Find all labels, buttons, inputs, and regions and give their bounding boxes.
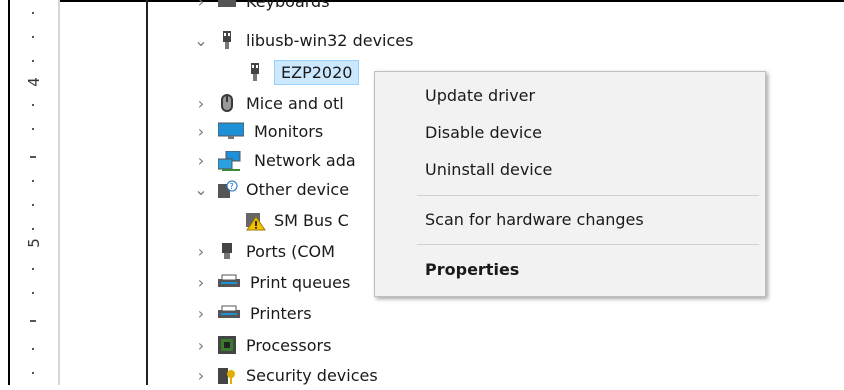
usb-plug-icon	[246, 63, 264, 81]
chevron-right-icon[interactable]: ›	[194, 366, 208, 385]
ruler-tick	[32, 372, 34, 374]
chevron-down-icon[interactable]: ⌄	[194, 31, 208, 50]
ruler-tick	[32, 128, 34, 130]
chevron-right-icon[interactable]: ›	[194, 273, 208, 292]
tree-item-label: SM Bus C	[274, 210, 349, 230]
tree-item-ezp2020[interactable]: EZP2020	[246, 57, 360, 87]
ruler-divider	[58, 0, 60, 385]
ruler-tick	[32, 104, 34, 106]
ruler-tick	[32, 36, 34, 38]
svg-text:?: ?	[230, 182, 234, 191]
tree-item-print-queues[interactable]: › Print queues	[194, 267, 351, 297]
ruler-tick	[32, 268, 34, 270]
tree-item-keyboards[interactable]: › Keyboards	[194, 0, 330, 16]
ruler-tick	[32, 292, 34, 294]
tree-item-label: libusb-win32 devices	[246, 30, 414, 50]
tree-item-sm-bus[interactable]: SM Bus C	[246, 205, 349, 235]
printer-icon	[218, 304, 240, 322]
security-device-icon	[218, 366, 236, 384]
tree-item-libusb[interactable]: ⌄ libusb-win32 devices	[194, 25, 413, 55]
mouse-icon	[218, 94, 236, 112]
tree-item-label: Network ada	[254, 150, 356, 170]
chevron-right-icon[interactable]: ›	[194, 151, 208, 170]
tree-item-label: Processors	[246, 335, 332, 355]
chevron-right-icon[interactable]: ›	[194, 304, 208, 323]
tree-item-security-devices[interactable]: › Security devices	[194, 360, 378, 390]
ruler-tick	[32, 180, 34, 182]
chevron-right-icon[interactable]: ›	[194, 336, 208, 355]
keyboard-icon	[218, 0, 236, 10]
ruler-number-4: 4	[25, 77, 43, 87]
printer-icon	[218, 273, 240, 291]
context-menu: Update driver Disable device Uninstall d…	[374, 71, 766, 297]
tree-item-mice[interactable]: › Mice and otl	[194, 88, 344, 118]
tree-item-label: Printers	[250, 303, 312, 323]
chevron-right-icon[interactable]: ›	[194, 94, 208, 113]
vertical-ruler: 4 5	[10, 0, 58, 385]
tree-item-network[interactable]: › Network ada	[194, 145, 356, 175]
chevron-right-icon[interactable]: ›	[194, 242, 208, 261]
menu-item-properties[interactable]: Properties	[425, 260, 519, 279]
tree-item-other-devices[interactable]: ⌄ ? Other device	[194, 174, 349, 204]
ruler-tick	[32, 60, 34, 62]
monitor-icon	[217, 122, 245, 140]
ruler-number-5: 5	[25, 238, 43, 248]
ruler-tick	[32, 228, 34, 230]
network-icon	[217, 150, 244, 171]
tree-item-processors[interactable]: › Processors	[194, 330, 332, 360]
menu-item-update-driver[interactable]: Update driver	[425, 86, 535, 105]
ruler-tick	[32, 12, 34, 14]
warning-device-icon	[246, 211, 266, 231]
menu-item-disable-device[interactable]: Disable device	[425, 123, 542, 142]
ruler-tick	[32, 204, 34, 206]
menu-separator	[417, 195, 759, 196]
tree-item-ports[interactable]: › Ports (COM	[194, 236, 335, 266]
chevron-right-icon[interactable]: ›	[194, 0, 208, 11]
tree-item-label: Keyboards	[246, 0, 330, 11]
tree-item-label: Monitors	[254, 121, 324, 141]
ruler-tick-major	[30, 156, 36, 158]
tree-item-label: Mice and otl	[246, 93, 344, 113]
tree-item-label: Ports (COM	[246, 241, 335, 261]
menu-item-uninstall-device[interactable]: Uninstall device	[425, 160, 552, 179]
tree-item-label-selected: EZP2020	[274, 59, 360, 85]
tree-item-label: Other device	[246, 179, 350, 199]
tree-item-printers[interactable]: › Printers	[194, 298, 312, 328]
chevron-down-icon[interactable]: ⌄	[194, 180, 208, 199]
ruler-tick	[32, 348, 34, 350]
ruler-tick-major	[30, 320, 36, 322]
processor-icon	[218, 336, 236, 354]
port-icon	[218, 242, 236, 260]
menu-item-scan-hardware[interactable]: Scan for hardware changes	[425, 210, 644, 229]
menu-separator	[417, 244, 759, 245]
other-device-icon: ?	[218, 180, 238, 198]
tree-item-label: Print queues	[250, 272, 351, 292]
tree-item-label: Security devices	[246, 365, 378, 385]
tree-item-monitors[interactable]: › Monitors	[194, 116, 323, 146]
chevron-right-icon[interactable]: ›	[194, 122, 208, 141]
usb-plug-icon	[218, 31, 236, 49]
